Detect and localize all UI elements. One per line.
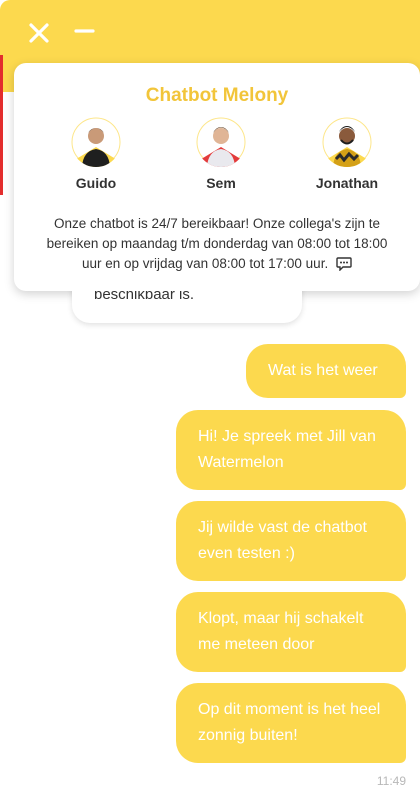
user-message: Klopt, maar hij schakelt me meteen door bbox=[176, 592, 406, 672]
message-text: Klopt, maar hij schakelt me meteen door bbox=[198, 610, 364, 653]
member-sem[interactable]: Sem bbox=[171, 117, 271, 191]
bot-message: beschikbaar is. bbox=[72, 291, 302, 323]
message-timestamp: 11:49 bbox=[376, 774, 406, 788]
chat-widget: Chatbot Melony Guido Sem Jonathan Onze c… bbox=[0, 0, 420, 812]
user-message: Wat is het weer bbox=[246, 344, 406, 398]
user-message: Op dit moment is het heel zonnig buiten! bbox=[176, 683, 406, 763]
member-name: Jonathan bbox=[315, 175, 379, 191]
user-message: Jij wilde vast de chatbot even testen :) bbox=[176, 501, 406, 581]
chat-icon bbox=[336, 257, 352, 271]
member-name: Sem bbox=[206, 175, 236, 191]
avatar-guido bbox=[71, 117, 121, 167]
member-guido[interactable]: Guido bbox=[46, 117, 146, 191]
bot-message-text: beschikbaar is. bbox=[94, 291, 195, 303]
user-message: Hi! Je spreek met Jill van Watermelon bbox=[176, 410, 406, 490]
close-button[interactable] bbox=[22, 16, 56, 50]
message-text: Wat is het weer bbox=[268, 362, 378, 379]
team-card: Chatbot Melony Guido Sem Jonathan Onze c… bbox=[14, 63, 420, 291]
close-icon bbox=[29, 23, 49, 43]
background-strip bbox=[0, 55, 3, 195]
availability-info: Onze chatbot is 24/7 bereikbaar! Onze co… bbox=[38, 214, 396, 274]
message-list[interactable]: beschikbaar is. Wat is het weer Hi! Je s… bbox=[0, 291, 420, 812]
team-title: Chatbot Melony bbox=[145, 85, 289, 106]
avatar-jonathan bbox=[322, 117, 372, 167]
message-text: Op dit moment is het heel zonnig buiten! bbox=[198, 701, 381, 744]
minimize-icon bbox=[74, 29, 95, 33]
message-text: Jij wilde vast de chatbot even testen :) bbox=[198, 519, 367, 562]
avatar-sem bbox=[196, 117, 246, 167]
minimize-button[interactable] bbox=[68, 16, 102, 50]
member-name: Guido bbox=[75, 175, 117, 191]
member-jonathan[interactable]: Jonathan bbox=[297, 117, 397, 191]
message-text: Hi! Je spreek met Jill van Watermelon bbox=[198, 428, 376, 471]
